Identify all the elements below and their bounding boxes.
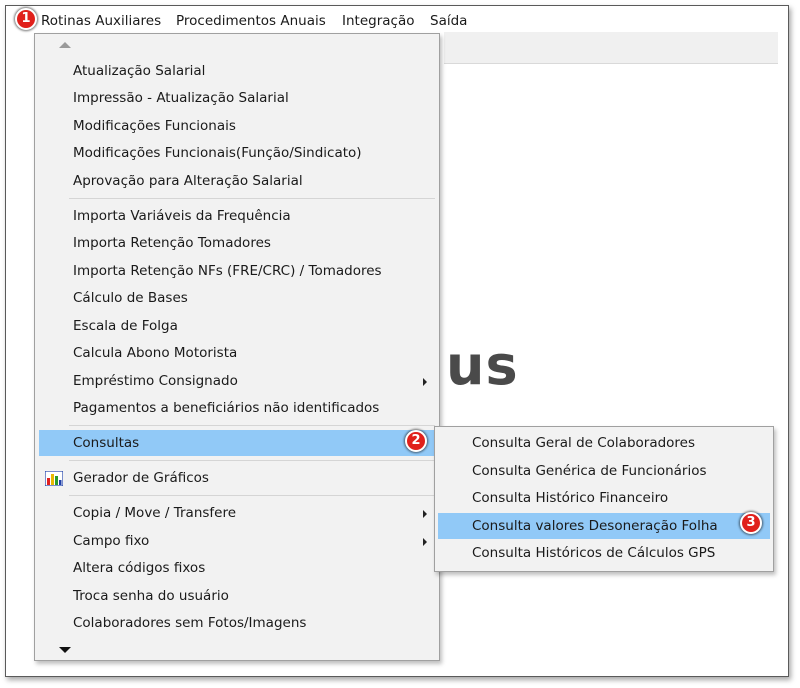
menu-item-modificacoes-funcionais[interactable]: Modificações Funcionais xyxy=(39,113,435,139)
menu-rotinas-auxiliares[interactable]: Rotinas Auxiliares xyxy=(41,12,161,30)
menu-item-label: Consulta Histórico Financeiro xyxy=(472,490,669,506)
menu-item-label: Consultas xyxy=(73,435,140,451)
submenu-item-consulta-generica-funcionarios[interactable]: Consulta Genérica de Funcionários xyxy=(438,458,770,484)
menubar: Rotinas Auxiliares Procedimentos Anuais … xyxy=(6,6,788,34)
menu-item-colaboradores-sem-fotos[interactable]: Colaboradores sem Fotos/Imagens xyxy=(39,610,435,636)
submenu-consultas: Consulta Geral de Colaboradores Consulta… xyxy=(434,426,774,572)
menu-separator xyxy=(69,198,435,199)
menu-procedimentos-anuais[interactable]: Procedimentos Anuais xyxy=(176,12,326,30)
menu-item-importa-retencao-nfs[interactable]: Importa Retenção NFs (FRE/CRC) / Tomador… xyxy=(39,258,435,284)
menu-item-label: Copia / Move / Transfere xyxy=(73,505,237,521)
submenu-arrow-icon xyxy=(423,510,427,518)
toolbar-area xyxy=(444,32,778,64)
menu-item-label: Escala de Folga xyxy=(73,318,178,334)
menu-item-label: Importa Variáveis da Frequência xyxy=(73,208,291,224)
submenu-item-consulta-historico-financeiro[interactable]: Consulta Histórico Financeiro xyxy=(438,485,770,511)
menu-item-label: Troca senha do usuário xyxy=(73,588,229,604)
menu-item-pagamentos-beneficiarios[interactable]: Pagamentos a beneficiários não identific… xyxy=(39,395,435,421)
menu-item-label: Cálculo de Bases xyxy=(73,290,188,306)
menu-item-modificacoes-funcionais-funcao[interactable]: Modificações Funcionais(Função/Sindicato… xyxy=(39,140,435,166)
menu-item-label: Impressão - Atualização Salarial xyxy=(73,90,289,106)
menu-item-label: Colaboradores sem Fotos/Imagens xyxy=(73,615,307,631)
scroll-down-arrow-icon xyxy=(59,647,71,653)
menu-item-troca-senha-usuario[interactable]: Troca senha do usuário xyxy=(39,583,435,609)
menu-item-label: Calcula Abono Motorista xyxy=(73,345,238,361)
step-badge-1: 1 xyxy=(15,8,37,30)
menu-integracao[interactable]: Integração xyxy=(342,12,414,30)
menu-item-gerador-graficos[interactable]: Gerador de Gráficos xyxy=(39,465,435,491)
menu-item-impressao-atualizacao-salarial[interactable]: Impressão - Atualização Salarial xyxy=(39,85,435,111)
menu-separator xyxy=(69,460,435,461)
step-badge-3: 3 xyxy=(740,512,762,534)
menu-item-importa-retencao-tomadores[interactable]: Importa Retenção Tomadores xyxy=(39,230,435,256)
submenu-item-consulta-historicos-gps[interactable]: Consulta Históricos de Cálculos GPS xyxy=(438,540,770,566)
menu-item-label: Empréstimo Consignado xyxy=(73,373,238,389)
menu-item-label: Pagamentos a beneficiários não identific… xyxy=(73,400,380,416)
menu-item-label: Campo fixo xyxy=(73,533,150,549)
menu-item-label: Consulta valores Desoneração Folha xyxy=(472,518,718,534)
menu-separator xyxy=(69,495,435,496)
dropdown-menu-rotinas-auxiliares: Atualização Salarial Impressão - Atualiz… xyxy=(34,33,440,661)
menu-item-copia-move-transfere[interactable]: Copia / Move / Transfere xyxy=(39,500,435,526)
menu-item-label: Modificações Funcionais(Função/Sindicato… xyxy=(73,145,362,161)
menu-item-atualizacao-salarial[interactable]: Atualização Salarial xyxy=(39,58,435,84)
menu-item-label: Importa Retenção NFs (FRE/CRC) / Tomador… xyxy=(73,263,382,279)
menu-item-aprovacao-alteracao-salarial[interactable]: Aprovação para Alteração Salarial xyxy=(39,168,435,194)
menu-item-label: Consulta Genérica de Funcionários xyxy=(472,463,707,479)
menu-item-label: Consulta Históricos de Cálculos GPS xyxy=(472,545,716,561)
menu-item-label: Consulta Geral de Colaboradores xyxy=(472,435,696,451)
menu-item-calculo-bases[interactable]: Cálculo de Bases xyxy=(39,285,435,311)
bar-chart-icon xyxy=(45,471,63,486)
submenu-item-consulta-geral-colaboradores[interactable]: Consulta Geral de Colaboradores xyxy=(438,430,770,456)
menu-item-altera-codigos-fixos[interactable]: Altera códigos fixos xyxy=(39,555,435,581)
menu-item-label: Gerador de Gráficos xyxy=(73,470,209,486)
menu-item-label: Modificações Funcionais xyxy=(73,118,236,134)
background-logo-text: us xyxy=(446,334,519,397)
menu-separator xyxy=(69,425,435,426)
menu-item-escala-folga[interactable]: Escala de Folga xyxy=(39,313,435,339)
menu-item-label: Importa Retenção Tomadores xyxy=(73,235,271,251)
submenu-arrow-icon xyxy=(423,378,427,386)
scroll-up-arrow-icon xyxy=(59,42,71,48)
menu-item-campo-fixo[interactable]: Campo fixo xyxy=(39,528,435,554)
menu-item-label: Aprovação para Alteração Salarial xyxy=(73,173,303,189)
menu-saida[interactable]: Saída xyxy=(430,12,467,30)
menu-item-consultas[interactable]: Consultas xyxy=(39,430,435,456)
submenu-item-consulta-desoneracao-folha[interactable]: Consulta valores Desoneração Folha xyxy=(438,513,770,539)
menu-item-calcula-abono-motorista[interactable]: Calcula Abono Motorista xyxy=(39,340,435,366)
menu-item-importa-variaveis-frequencia[interactable]: Importa Variáveis da Frequência xyxy=(39,203,435,229)
menu-scroll-up-button[interactable] xyxy=(57,39,73,51)
menu-item-label: Atualização Salarial xyxy=(73,63,206,79)
menu-item-emprestimo-consignado[interactable]: Empréstimo Consignado xyxy=(39,368,435,394)
menu-item-label: Altera códigos fixos xyxy=(73,560,206,576)
app-window: Rotinas Auxiliares Procedimentos Anuais … xyxy=(5,5,789,677)
menu-scroll-down-button[interactable] xyxy=(57,644,73,656)
submenu-arrow-icon xyxy=(423,538,427,546)
step-badge-2: 2 xyxy=(405,430,427,452)
